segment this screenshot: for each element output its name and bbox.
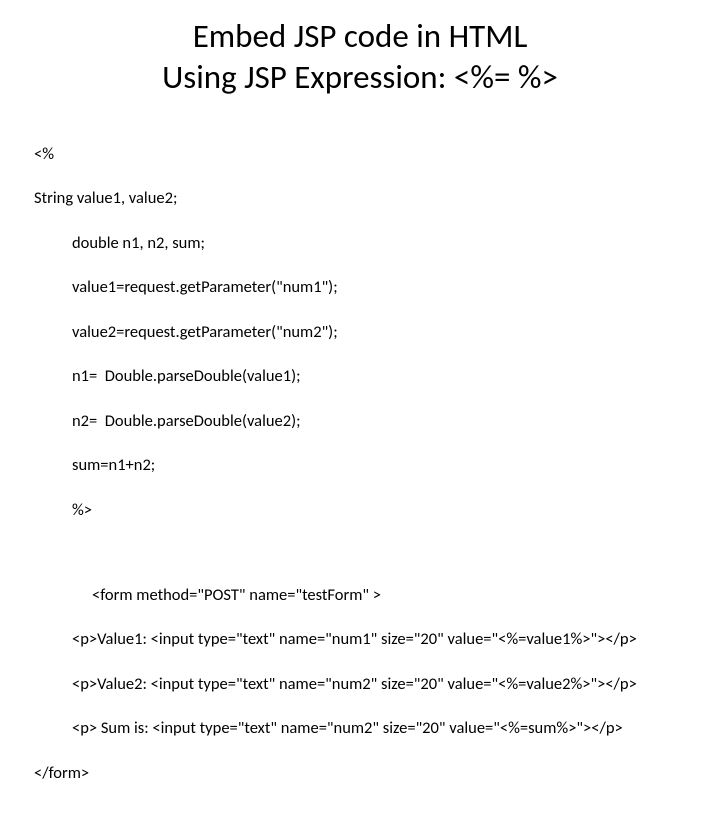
code-line: value2=request.getParameter("num2"); xyxy=(34,321,690,343)
code-line: </form> xyxy=(34,762,690,784)
slide-title: Embed JSP code in HTML Using JSP Express… xyxy=(0,0,720,99)
title-line-1: Embed JSP code in HTML xyxy=(40,16,680,57)
code-line: <p> Sum is: <input type="text" name="num… xyxy=(34,717,690,739)
code-line: <form method="POST" name="testForm" > xyxy=(34,584,690,606)
code-line: %> xyxy=(34,499,690,521)
code-line: String value1, value2; xyxy=(34,187,690,209)
code-line: value1=request.getParameter("num1"); xyxy=(34,276,690,298)
code-block: <% String value1, value2; double n1, n2,… xyxy=(0,99,720,829)
slide: Embed JSP code in HTML Using JSP Express… xyxy=(0,0,720,540)
code-line: <p>Value2: <input type="text" name="num2… xyxy=(34,673,690,695)
blank-line xyxy=(34,544,690,562)
code-line: <% xyxy=(34,143,690,165)
code-line: n1= Double.parseDouble(value1); xyxy=(34,365,690,387)
code-line: <p>Value1: <input type="text" name="num1… xyxy=(34,628,690,650)
code-line: double n1, n2, sum; xyxy=(34,232,690,254)
code-line: n2= Double.parseDouble(value2); xyxy=(34,410,690,432)
code-line: sum=n1+n2; xyxy=(34,454,690,476)
title-line-2: Using JSP Expression: <%= %> xyxy=(40,57,680,98)
